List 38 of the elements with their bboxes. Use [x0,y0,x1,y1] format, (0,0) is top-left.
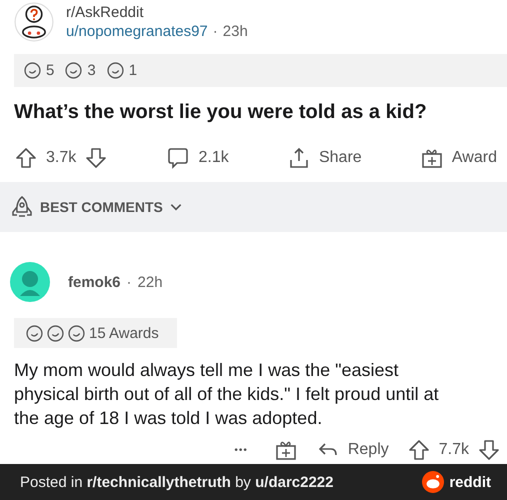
award-count: 3 [87,62,96,79]
award-count: 5 [46,62,54,79]
separator-dot: · [126,274,132,290]
comment-time: 22h [138,274,163,290]
award-icon [65,62,82,79]
separator-dot: · [212,23,218,40]
comment-body: My mom would always tell me I was the "easiest physical birth out of all of the kids." I felt proud until at the age of 18 I was told I was adopted. [13,359,440,430]
award-icon [68,324,85,342]
footer-caption: Posted in r/technicallythetruth by u/darc2222 [20,474,334,490]
award-icon [24,62,41,79]
comment-author[interactable]: femok6 [68,274,121,290]
award-icon [106,62,124,79]
brand-name: reddit [449,474,491,490]
downvote-icon[interactable] [477,438,501,462]
award-button[interactable]: Award [420,146,497,170]
subreddit-name[interactable]: r/AskReddit [66,4,248,21]
reply-button[interactable]: Reply [316,438,389,462]
user-avatar[interactable] [10,262,50,302]
logo-icon [422,471,444,493]
downvote-icon[interactable] [84,146,108,170]
award-count: 1 [128,62,138,79]
comment-count: 2.1k [198,149,229,167]
username[interactable]: u/nopomegranates97 [66,23,208,40]
upvote-icon[interactable] [406,438,431,462]
sort-button[interactable]: BEST COMMENTS [10,195,183,219]
upvote-icon[interactable] [14,146,38,170]
awards-count: 15 Awards [89,324,159,342]
post-title: What’s the worst lie you were told as a kid? [13,100,428,124]
rocket-icon [10,195,34,219]
vote-count: 3.7k [46,149,76,167]
post-time: 23h [222,23,248,40]
comment-icon[interactable] [166,146,190,170]
award-icon [47,324,64,342]
more-button[interactable]: ••• [226,444,256,456]
subreddit-icon[interactable] [14,2,54,42]
award-icon [26,324,43,342]
share-button[interactable]: Share [286,146,362,170]
vote-count: 7.7k [438,441,469,459]
